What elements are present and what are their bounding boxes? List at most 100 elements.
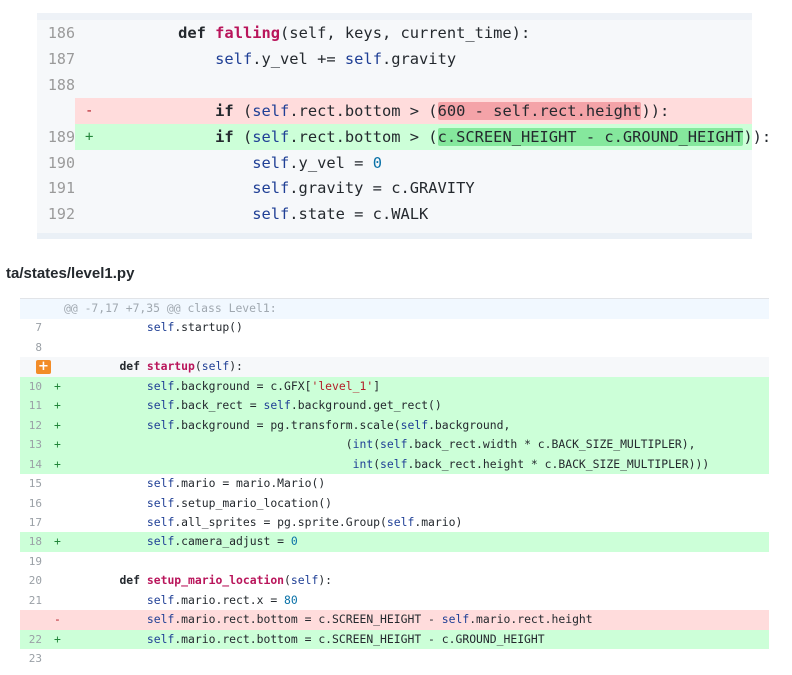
line-number[interactable]: 187 [37, 46, 75, 72]
code-line: self.mario.rect.bottom = c.SCREEN_HEIGHT… [92, 610, 593, 630]
diff-marker: - [85, 102, 94, 119]
code-token: .back_rect.width * c.BACK_SIZE_MULTIPLER… [407, 437, 696, 452]
diff-line: 23 [20, 649, 769, 662]
diff-marker: + [54, 398, 61, 413]
line-number[interactable]: 23 [20, 649, 42, 662]
code-token: if [215, 101, 243, 120]
code-token: int [352, 456, 374, 471]
line-number[interactable] [20, 299, 42, 319]
code-token: def [178, 24, 216, 42]
code-token: .back_rect.height * c.BACK_SIZE_MULTIPLE… [407, 456, 710, 471]
diff-marker [85, 175, 101, 201]
line-number[interactable]: 12 [20, 416, 42, 436]
code-token: self [252, 205, 290, 224]
zoom-diff-line: 188 [37, 72, 752, 98]
diff-line: 15 self.mario = mario.Mario() [20, 474, 769, 494]
code-line: def falling(self, keys, current_time): [141, 20, 530, 46]
code-token: .mario.rect.bottom = c.SCREEN_HEIGHT - c… [174, 631, 545, 646]
line-number[interactable]: 17 [20, 513, 42, 533]
line-number[interactable]: 22 [20, 630, 42, 650]
code-token: self [386, 514, 415, 529]
code-token: ): [318, 573, 333, 588]
code-token: 0 [372, 153, 382, 172]
code-token: .rect.bottom > ( [289, 127, 438, 146]
code-token: setup_mario_location [146, 573, 285, 588]
code-line: self.back_rect = self.background.get_rec… [92, 396, 442, 416]
code-token: if [215, 127, 243, 146]
line-number[interactable]: 14 [20, 455, 42, 475]
code-token: .setup_mario_location() [174, 495, 333, 510]
line-number[interactable]: 18 [20, 532, 42, 552]
code-token: 600 - self.rect.height [437, 101, 642, 120]
line-number[interactable]: 16 [20, 494, 42, 514]
line-number[interactable]: 19 [20, 552, 42, 572]
code-line: self.mario.rect.x = 80 [92, 591, 298, 611]
line-number[interactable]: 11 [20, 396, 42, 416]
line-number[interactable]: 20 [20, 571, 42, 591]
code-token: .camera_adjust = [174, 534, 291, 549]
line-number[interactable] [20, 610, 42, 630]
code-token: 0 [290, 534, 298, 549]
zoom-diff-line: 189 + if (self.rect.bottom > (c.SCREEN_HE… [37, 123, 771, 150]
code-line: if (self.rect.bottom > (c.SCREEN_HEIGHT … [141, 124, 771, 150]
code-line: self.background = pg.transform.scale(sel… [92, 416, 510, 436]
line-number[interactable]: 186 [37, 20, 75, 46]
code-line: self.startup() [92, 318, 243, 338]
code-line: @@ -7,17 +7,35 @@ class Level1: [64, 299, 277, 319]
line-number[interactable] [37, 97, 75, 124]
zoom-diff-line: 187 self.y_vel += self.gravity [37, 46, 752, 72]
code-token: .background.get_rect() [290, 398, 442, 413]
diff-line: 22 + self.mario.rect.bottom = c.SCREEN_HE… [20, 629, 769, 650]
code-token: self [252, 101, 290, 120]
zoom-diff-line: 191 self.gravity = c.GRAVITY [37, 175, 752, 201]
code-token: 80 [284, 592, 298, 607]
code-token: self [146, 320, 175, 335]
code-token: self [252, 179, 290, 198]
code-token: self [400, 417, 429, 432]
code-token: .background = c.GFX[ [174, 378, 312, 393]
diff-line: 7 self.startup() [20, 318, 769, 338]
diff-marker: + [54, 437, 61, 452]
line-number[interactable]: 8 [20, 338, 42, 358]
diff-line: - self.mario.rect.bottom = c.SCREEN_HEIG… [20, 610, 769, 630]
diff-line: 20 def setup_mario_location(self): [20, 571, 769, 591]
code-line: (int(self.back_rect.width * c.BACK_SIZE_… [92, 435, 696, 455]
line-number[interactable]: 15 [20, 474, 42, 494]
code-token: .mario.rect.height [469, 612, 593, 627]
line-number[interactable]: 21 [20, 591, 42, 611]
diff-line: 16 self.setup_mario_location() [20, 494, 769, 514]
code-token: : [761, 127, 772, 146]
line-number[interactable]: 190 [37, 150, 75, 176]
line-number[interactable]: 192 [37, 201, 75, 227]
diff-line: 14 + int(self.back_rect.height * c.BACK_S… [20, 454, 769, 475]
code-token: startup [146, 359, 195, 374]
diff-table: @@ -7,17 +7,35 @@ class Level1: 7 self.st… [20, 298, 769, 662]
code-token: .mario = mario.Mario() [174, 476, 326, 491]
code-token: 'level_1' [311, 378, 374, 393]
zoom-diff-line: - if (self.rect.bottom > (600 - self.rec… [37, 97, 752, 124]
expand-button[interactable]: + [36, 360, 51, 375]
code-token: .gravity [381, 49, 457, 68]
line-number[interactable]: 7 [20, 318, 42, 338]
code-line: int(self.back_rect.height * c.BACK_SIZE_… [92, 455, 710, 475]
line-number[interactable]: 189 [37, 123, 75, 150]
line-number[interactable]: 188 [37, 72, 75, 98]
diff-marker [85, 46, 101, 72]
file-header: ta/states/level1.py [0, 252, 792, 292]
line-number[interactable]: 13 [20, 435, 42, 455]
diff-line: 19 [20, 552, 769, 572]
code-token: : [659, 101, 670, 120]
code-token: .mario) [414, 514, 463, 529]
line-number[interactable]: 10 [20, 377, 42, 397]
diff-line: 11 + self.back_rect = self.background.get… [20, 396, 769, 416]
diff-marker: + [54, 456, 61, 471]
line-number[interactable]: 191 [37, 175, 75, 201]
code-token: self [201, 359, 230, 374]
file-path[interactable]: ta/states/level1.py [6, 265, 134, 282]
